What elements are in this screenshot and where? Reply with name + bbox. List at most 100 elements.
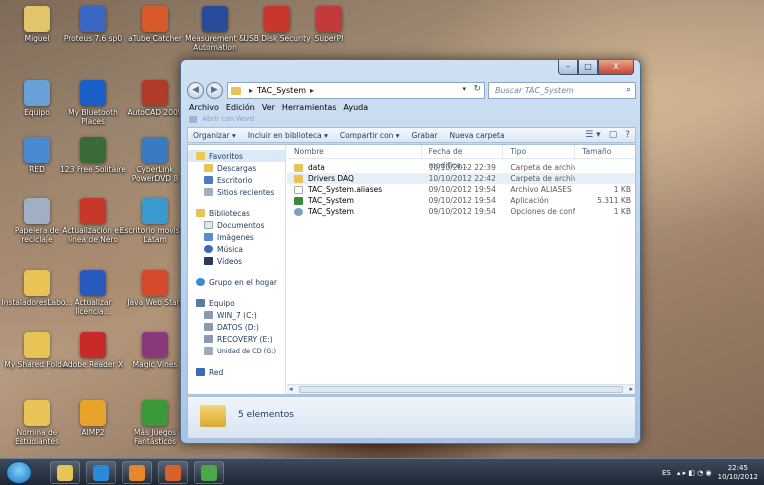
file-name-cell: data	[287, 163, 422, 172]
drive-icon	[204, 323, 213, 331]
nav-item-escritorio[interactable]: Escritorio	[188, 174, 285, 186]
file-row[interactable]: TAC_System 09/10/2012 19:54 Aplicación 5.31…	[287, 195, 635, 206]
preview-pane-icon[interactable]: ▢	[609, 130, 618, 140]
app-icon	[80, 6, 106, 32]
nav-item-videos[interactable]: Vídeos	[188, 255, 285, 267]
app-icon	[142, 80, 168, 106]
nav-item-imagenes[interactable]: Imágenes	[188, 231, 285, 243]
nav-item-drive-c[interactable]: WIN_7 (C:)	[188, 309, 285, 321]
firefox-icon	[165, 465, 181, 481]
taskbar-firefox-button[interactable]	[158, 461, 188, 484]
menu-item[interactable]: Edición	[226, 103, 255, 115]
application-icon	[294, 196, 303, 205]
clock[interactable]: 22:45 10/10/2012	[718, 464, 758, 482]
column-header-type[interactable]: Tipo	[503, 144, 576, 159]
view-options-icon[interactable]: ☰ ▾	[585, 130, 600, 140]
folder-icon	[294, 163, 303, 172]
file-name-cell: TAC_System	[287, 196, 422, 205]
file-list-pane: Nombre Fecha de modifica... Tipo Tamaño …	[287, 144, 635, 394]
share-with-button[interactable]: Compartir con ▾	[340, 131, 400, 140]
horizontal-scrollbar[interactable]: ◂ ▸	[287, 384, 635, 394]
drive-icon	[204, 311, 213, 319]
nav-item-documentos[interactable]: Documentos	[188, 219, 285, 231]
organize-button[interactable]: Organizar ▾	[193, 131, 236, 140]
nav-homegroup[interactable]: Grupo en el hogar	[188, 276, 285, 288]
file-date: 10/10/2012 22:42	[428, 174, 496, 183]
address-bar[interactable]: ▸ TAC_System ▸ ▾ ↻	[227, 82, 485, 99]
app-icon	[24, 6, 50, 32]
nav-network[interactable]: Red	[188, 366, 285, 378]
details-pane: 5 elementos	[187, 396, 636, 439]
app-icon	[24, 198, 50, 224]
close-button[interactable]: X	[598, 60, 634, 75]
nav-libraries[interactable]: Bibliotecas	[188, 207, 285, 219]
nav-favorites[interactable]: Favoritos	[188, 150, 285, 162]
file-name-cell: TAC_System.aliases	[287, 185, 422, 194]
menu-item[interactable]: Archivo	[189, 103, 219, 115]
scroll-right-icon[interactable]: ▸	[629, 385, 633, 393]
menu-item[interactable]: Ver	[262, 103, 275, 115]
tray-icons[interactable]: ▴ ▸ ◧ ◔ ◉	[677, 469, 712, 477]
taskbar-misc-button[interactable]	[194, 461, 224, 484]
folder-icon	[200, 405, 226, 427]
address-dropdown-icon[interactable]: ▾	[462, 85, 466, 93]
back-button[interactable]: ◀	[187, 82, 204, 99]
file-icon	[294, 185, 303, 194]
new-folder-button[interactable]: Nueva carpeta	[449, 131, 504, 140]
file-row[interactable]: TAC_System 09/10/2012 19:54 Opciones de co…	[287, 206, 635, 217]
nav-item-drive-g[interactable]: Unidad de CD (G:)	[188, 345, 285, 357]
breadcrumb-separator[interactable]: ▸	[310, 86, 314, 95]
maximize-button[interactable]: □	[578, 60, 598, 75]
column-headers: Nombre Fecha de modifica... Tipo Tamaño	[287, 144, 635, 170]
taskbar-media-button[interactable]	[122, 461, 152, 484]
taskbar-explorer-button[interactable]	[50, 461, 80, 484]
file-name: TAC_System	[308, 207, 354, 216]
nav-computer[interactable]: Equipo	[188, 297, 285, 309]
burn-button[interactable]: Grabar	[412, 131, 438, 140]
nav-item-sitios-recientes[interactable]: Sitios recientes	[188, 186, 285, 198]
folder-icon	[294, 174, 303, 183]
file-date: 09/10/2012 19:54	[428, 196, 496, 205]
drive-icon	[204, 335, 213, 343]
file-row[interactable]: Drivers DAQ 10/10/2012 22:42 Carpeta de ar…	[287, 173, 635, 184]
start-button[interactable]	[6, 461, 32, 484]
language-indicator[interactable]: ES	[662, 469, 671, 477]
help-icon[interactable]: ?	[625, 130, 630, 140]
column-header-name[interactable]: Nombre	[287, 144, 422, 159]
app-icon	[24, 80, 50, 106]
nav-item-drive-d[interactable]: DATOS (D:)	[188, 321, 285, 333]
app-icon	[80, 137, 106, 163]
menu-item[interactable]: Ayuda	[343, 103, 368, 115]
breadcrumb-tac-system[interactable]: TAC_System	[257, 86, 306, 95]
menu-item[interactable]: Herramientas	[282, 103, 337, 115]
nav-item-descargas[interactable]: Descargas	[188, 162, 285, 174]
search-input[interactable]: Buscar TAC_System ⌕	[488, 82, 636, 99]
breadcrumb-separator[interactable]: ▸	[249, 86, 253, 95]
app-icon	[142, 198, 168, 224]
app-icon	[24, 332, 50, 358]
file-row[interactable]: data 10/10/2012 22:39 Carpeta de archivos	[287, 162, 635, 173]
folder-icon	[204, 164, 213, 172]
system-tray: ES ▴ ▸ ◧ ◔ ◉ 22:45 10/10/2012	[662, 459, 758, 485]
app-icon	[142, 137, 168, 163]
desktop-icon[interactable]: SuperPI	[292, 6, 366, 43]
explorer-window: – □ X ◀ ▶ ▸ TAC_System ▸ ▾ ↻ Buscar TAC_…	[180, 59, 641, 444]
refresh-icon[interactable]: ↻	[473, 84, 481, 94]
scrollbar-thumb[interactable]	[299, 386, 623, 393]
forward-button[interactable]: ▶	[206, 82, 223, 99]
include-in-library-button[interactable]: Incluir en biblioteca ▾	[248, 131, 328, 140]
file-row[interactable]: TAC_System.aliases 09/10/2012 19:54 Archiv…	[287, 184, 635, 195]
nav-item-musica[interactable]: Música	[188, 243, 285, 255]
open-with-bar[interactable]: Abrir con Word	[187, 115, 636, 126]
nav-item-drive-e[interactable]: RECOVERY (E:)	[188, 333, 285, 345]
explorer-icon	[57, 465, 73, 481]
file-name: TAC_System.aliases	[308, 185, 383, 194]
column-header-size[interactable]: Tamaño	[575, 145, 635, 159]
search-icon[interactable]: ⌕	[626, 83, 631, 98]
taskbar-ie-button[interactable]	[86, 461, 116, 484]
minimize-button[interactable]: –	[558, 60, 578, 75]
folder-icon	[231, 86, 241, 95]
item-count: 5 elementos	[238, 410, 294, 420]
column-header-date[interactable]: Fecha de modifica...	[422, 144, 504, 170]
scroll-left-icon[interactable]: ◂	[289, 385, 293, 393]
